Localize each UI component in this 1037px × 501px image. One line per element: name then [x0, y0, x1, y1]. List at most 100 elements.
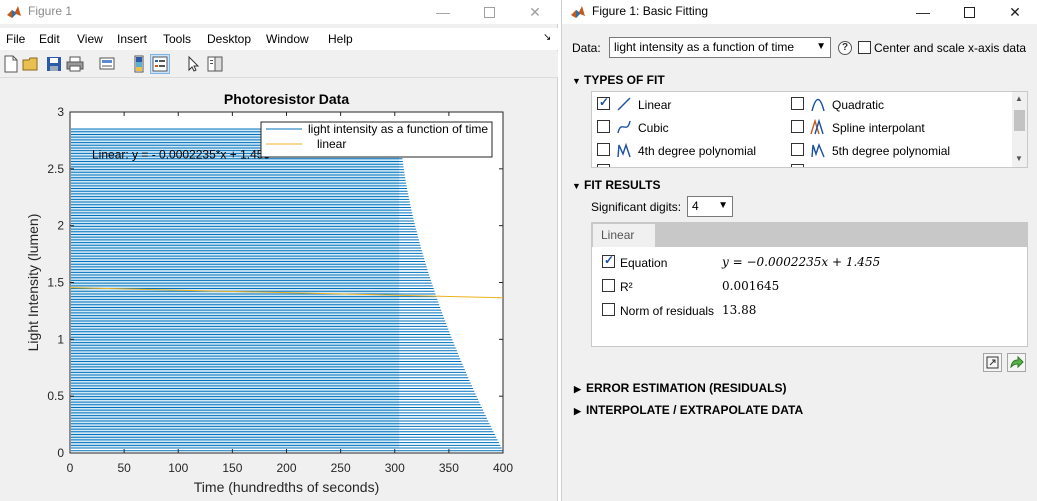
interpolate-title: INTERPOLATE / EXTRAPOLATE DATA	[586, 403, 804, 417]
types-of-fit-header[interactable]: ▼ TYPES OF FIT	[572, 73, 665, 87]
figure-canvas: 0 50 100 150 200 250 300 350 400 0 0.5 1 1.5 2 2.5 3 P…	[0, 79, 556, 501]
menu-view[interactable]: View	[77, 32, 103, 46]
minimize-button[interactable]: —	[420, 0, 466, 24]
spline-fit-icon	[810, 119, 824, 135]
next-fit-checkbox-2[interactable]	[791, 164, 804, 167]
menu-tools[interactable]: Tools	[163, 32, 191, 46]
linear-checkbox[interactable]: ✓	[597, 95, 610, 110]
expand-caret-icon: ▶	[574, 406, 581, 416]
collapse-caret-icon: ▼	[572, 76, 581, 86]
r2-checkbox[interactable]	[602, 279, 615, 292]
sig-digits-select[interactable]: 4 ▼	[687, 196, 733, 217]
maximize-icon	[483, 6, 495, 18]
basic-fitting-window: Figure 1: Basic Fitting — ✕ Data: light …	[561, 0, 1037, 501]
quadratic-checkbox[interactable]	[791, 97, 804, 110]
cubic-checkbox[interactable]	[597, 120, 610, 133]
dock-arrow-icon[interactable]: ↘	[543, 32, 551, 43]
plot-svg[interactable]: 0 50 100 150 200 250 300 350 400 0 0.5 1 1.5 2 2.5 3 P…	[0, 79, 556, 501]
figure-window: Figure 1 — ✕ File Edit View Insert Tools…	[0, 0, 558, 501]
data-select-value: light intensity as a function of time	[614, 40, 795, 54]
fit-results-panel: Linear ✓ Equation y = −0.0002235x + 1.45…	[591, 222, 1028, 347]
apply-to-workspace-button[interactable]	[1007, 353, 1026, 372]
tab-linear[interactable]: Linear	[593, 224, 655, 247]
types-of-fit-title: TYPES OF FIT	[584, 73, 665, 87]
x-tick-label: 200	[276, 461, 296, 475]
maximize-button[interactable]	[466, 0, 512, 24]
figure-toolbar	[0, 51, 558, 78]
menu-insert[interactable]: Insert	[117, 32, 147, 46]
minimize-icon: —	[916, 4, 930, 20]
bf-minimize-button[interactable]: —	[900, 0, 946, 24]
quadratic-fit-icon	[811, 98, 825, 112]
spline-checkbox[interactable]	[791, 120, 804, 133]
x-axis-label: Time (hundredths of seconds)	[194, 479, 379, 495]
export-results-button[interactable]	[983, 353, 1002, 372]
y-tick-label: 0	[57, 446, 64, 460]
new-figure-icon[interactable]	[2, 55, 20, 73]
save-icon[interactable]	[45, 55, 63, 73]
interpolate-header[interactable]: ▶ INTERPOLATE / EXTRAPOLATE DATA	[574, 403, 803, 417]
print-preview-icon[interactable]	[98, 55, 116, 73]
fit-types-scrollbar[interactable]: ▲ ▼	[1012, 92, 1027, 167]
fit-equation-annotation: Linear: y = - 0.0002235*x + 1.455	[92, 148, 270, 162]
fit-types-list: ✓ Linear Quadratic Cubic Spline interpol…	[591, 91, 1028, 168]
expand-caret-icon: ▶	[574, 384, 581, 394]
center-scale-checkbox[interactable]	[858, 41, 871, 54]
figure-titlebar: Figure 1 — ✕	[0, 0, 558, 24]
y-tick-label: 2	[57, 219, 64, 233]
y-axis-label: Light Intensity (lumen)	[25, 214, 41, 352]
figure-menubar: File Edit View Insert Tools Desktop Wind…	[0, 28, 558, 50]
bf-close-button[interactable]: ✕	[992, 0, 1037, 24]
next-fit-checkbox[interactable]	[597, 164, 610, 167]
legend-icon[interactable]	[150, 54, 170, 74]
tab-linear-label: Linear	[601, 228, 635, 242]
y-tick-label: 1.5	[47, 276, 64, 290]
linear-fit-icon	[617, 97, 631, 111]
poly5-label: 5th degree polynomial	[832, 144, 951, 158]
figure-window-title: Figure 1	[28, 4, 73, 18]
poly4-label: 4th degree polynomial	[638, 144, 757, 158]
norm-checkbox[interactable]	[602, 303, 615, 316]
basic-fitting-titlebar: Figure 1: Basic Fitting — ✕	[562, 0, 1037, 24]
expand-icon	[986, 356, 999, 369]
error-estimation-header[interactable]: ▶ ERROR ESTIMATION (RESIDUALS)	[574, 381, 786, 395]
linear-label: Linear	[638, 98, 672, 112]
r2-label: R²	[620, 280, 633, 294]
bf-maximize-button[interactable]	[946, 0, 992, 24]
close-button[interactable]: ✕	[512, 0, 558, 24]
equation-checkbox[interactable]: ✓	[602, 253, 615, 268]
x-tick-label: 350	[439, 461, 459, 475]
close-icon: ✕	[1009, 3, 1021, 20]
open-file-icon[interactable]	[22, 55, 40, 73]
r2-value: 0.001645	[722, 279, 780, 293]
menu-desktop[interactable]: Desktop	[207, 32, 251, 46]
data-select[interactable]: light intensity as a function of time ▼	[609, 37, 831, 58]
menu-edit[interactable]: Edit	[39, 32, 60, 46]
x-tick-label: 100	[168, 461, 188, 475]
matlab-logo-icon	[7, 6, 21, 18]
print-icon[interactable]	[66, 55, 84, 73]
fit-results-header[interactable]: ▼ FIT RESULTS	[572, 178, 660, 192]
center-scale-label: Center and scale x-axis data	[874, 41, 1027, 55]
scroll-thumb[interactable]	[1014, 110, 1025, 131]
scroll-down-icon[interactable]: ▼	[1015, 154, 1023, 163]
poly4-checkbox[interactable]	[597, 143, 610, 156]
basic-fitting-title: Figure 1: Basic Fitting	[592, 4, 709, 18]
colorbar-icon[interactable]	[130, 55, 148, 73]
spline-label: Spline interpolant	[832, 121, 925, 135]
cubic-fit-icon	[617, 120, 631, 134]
menu-help[interactable]: Help	[328, 32, 353, 46]
menu-file[interactable]: File	[6, 32, 25, 46]
x-tick-label: 250	[331, 461, 351, 475]
dropdown-arrow-icon: ▼	[718, 200, 728, 211]
chart-legend[interactable]: light intensity as a function of time li…	[260, 121, 493, 158]
norm-label: Norm of residuals	[620, 304, 715, 318]
help-icon[interactable]: ?	[838, 41, 852, 55]
scroll-up-icon[interactable]: ▲	[1015, 94, 1023, 103]
pointer-icon[interactable]	[184, 55, 202, 73]
property-inspector-icon[interactable]	[206, 55, 224, 73]
poly5-checkbox[interactable]	[791, 143, 804, 156]
menu-window[interactable]: Window	[266, 32, 309, 46]
legend-entry-data: light intensity as a function of time	[308, 122, 488, 136]
collapse-caret-icon: ▼	[572, 181, 581, 191]
